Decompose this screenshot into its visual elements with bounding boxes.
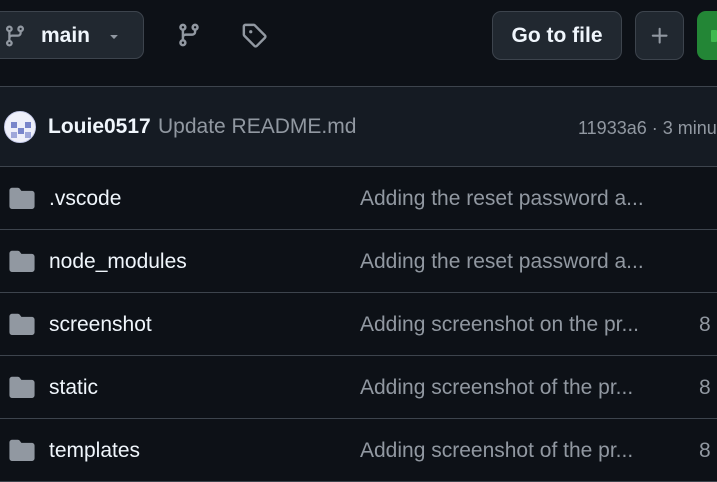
file-commit-time: 8 <box>699 376 711 399</box>
file-commit-time: 8 <box>699 313 711 336</box>
code-icon <box>711 30 717 42</box>
file-row-static[interactable]: static Adding screenshot of the pr... 8 <box>0 356 717 419</box>
avatar[interactable] <box>4 111 36 143</box>
repo-toolbar: main Go to file <box>0 0 717 86</box>
file-commit-message-link[interactable]: Adding the reset password a... <box>360 250 644 274</box>
file-name-link[interactable]: static <box>49 376 98 400</box>
folder-icon <box>9 250 35 272</box>
file-commit-message-link[interactable]: Adding screenshot on the pr... <box>360 313 639 337</box>
file-list: .vscode Adding the reset password a... n… <box>0 167 717 482</box>
branch-name: main <box>41 24 91 47</box>
file-commit-time: 8 <box>699 439 711 462</box>
add-file-button[interactable] <box>635 11 684 60</box>
file-row-node-modules[interactable]: node_modules Adding the reset password a… <box>0 230 717 293</box>
folder-icon <box>9 313 35 335</box>
triangle-down-icon <box>110 35 118 39</box>
file-row-screenshot[interactable]: screenshot Adding screenshot on the pr..… <box>0 293 717 356</box>
file-name-link[interactable]: .vscode <box>49 187 121 211</box>
latest-commit-bar: Louie0517 Update README.md 11933a6 · 3 m… <box>0 86 717 167</box>
file-name-link[interactable]: node_modules <box>49 250 187 274</box>
folder-icon <box>9 187 35 209</box>
git-branch-icon <box>5 25 24 47</box>
plus-icon <box>651 27 668 44</box>
commit-author-link[interactable]: Louie0517 <box>48 115 151 139</box>
identicon-icon <box>5 112 35 142</box>
file-name-link[interactable]: screenshot <box>49 313 152 337</box>
file-name-link[interactable]: templates <box>49 439 140 463</box>
file-commit-message-link[interactable]: Adding screenshot of the pr... <box>360 439 633 463</box>
go-to-file-button[interactable]: Go to file <box>492 11 622 60</box>
file-row-templates[interactable]: templates Adding screenshot of the pr...… <box>0 419 717 482</box>
commit-hash-and-time[interactable]: 11933a6 · 3 minu <box>578 117 717 139</box>
tag-icon[interactable] <box>241 22 267 48</box>
commit-message-link[interactable]: Update README.md <box>158 115 356 139</box>
file-row-vscode[interactable]: .vscode Adding the reset password a... <box>0 167 717 230</box>
file-commit-message-link[interactable]: Adding the reset password a... <box>360 187 644 211</box>
file-commit-message-link[interactable]: Adding screenshot of the pr... <box>360 376 633 400</box>
folder-icon <box>9 439 35 461</box>
branch-selector-button[interactable]: main <box>0 11 144 59</box>
folder-icon <box>9 376 35 398</box>
branches-link-icon[interactable] <box>176 22 202 48</box>
code-button[interactable] <box>697 11 717 60</box>
